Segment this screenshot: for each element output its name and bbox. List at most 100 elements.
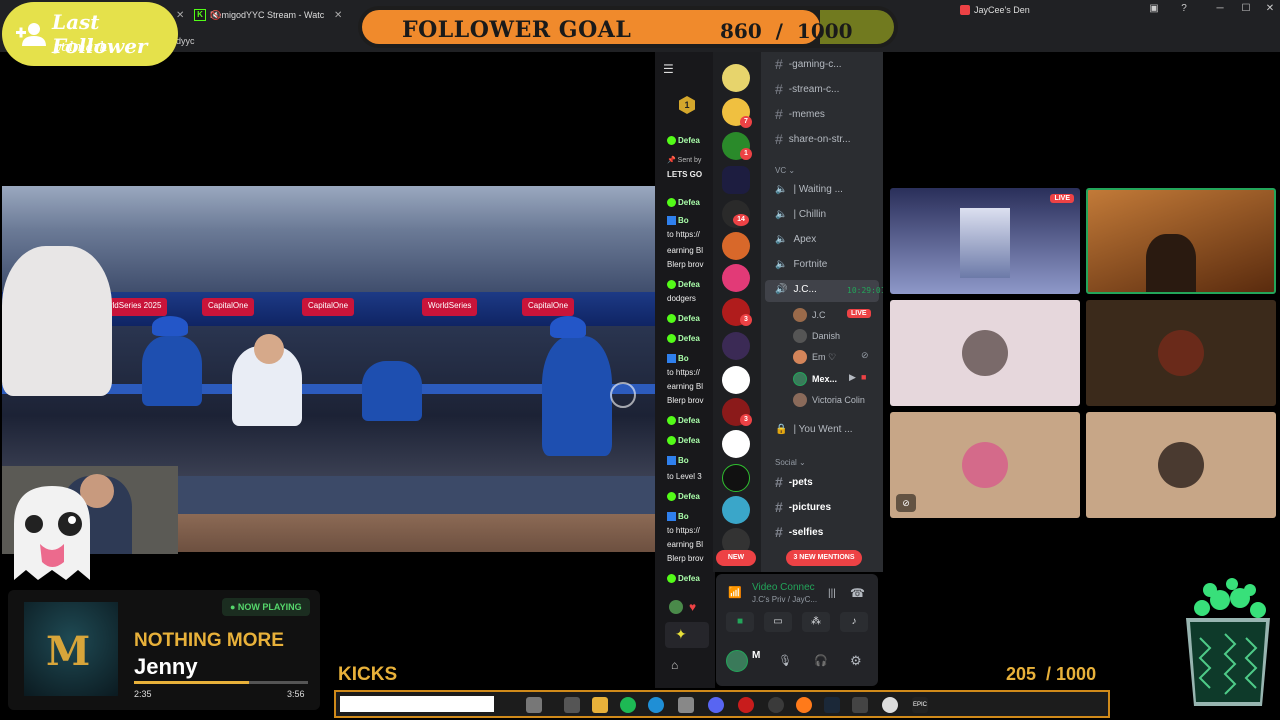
camera-button[interactable]: ■ [726, 612, 754, 632]
mute-icon[interactable]: 🔇 [210, 6, 221, 24]
address-bar-text[interactable]: dyyc [176, 36, 195, 46]
voice-channel-waiting[interactable]: 🔈 | Waiting ... [775, 184, 843, 195]
voice-user-name: Mex... [812, 374, 838, 384]
replay-icon[interactable] [610, 382, 636, 408]
chat-input[interactable]: ✦ [665, 622, 709, 648]
folder-icon[interactable] [592, 697, 608, 713]
voice-channel-locked[interactable]: 🔒 | You Went ... [775, 424, 853, 435]
gear-icon[interactable]: ⚙ [850, 653, 862, 669]
maximize-button[interactable]: ☐ [1236, 3, 1256, 17]
chat-message-text: dodgers [667, 294, 696, 303]
video-tile-avatar[interactable] [1086, 300, 1276, 406]
voice-user[interactable]: Mex... [793, 372, 837, 386]
speaker-icon: 🔊 [775, 284, 788, 295]
help-icon[interactable]: ? [1174, 3, 1194, 17]
voice-channel-chillin[interactable]: 🔈 | Chillin [775, 209, 826, 220]
disconnect-icon[interactable]: ☎ [850, 586, 865, 600]
store-icon[interactable]: ⌂ [671, 658, 678, 672]
microphone-icon[interactable]: 🎙 [778, 654, 792, 667]
channel-pictures[interactable]: # -pictures [775, 499, 831, 515]
video-tile-stream[interactable]: LIVE [890, 188, 1080, 294]
sidebar-toggle-icon[interactable]: ▣ [1144, 3, 1164, 17]
spotify-icon[interactable] [620, 697, 636, 713]
screen-share-button[interactable]: ▭ [764, 612, 792, 632]
category-vc[interactable]: VC ⌄ [775, 166, 795, 175]
channel-selfies[interactable]: # -selfies [775, 524, 823, 540]
minimize-button[interactable]: ─ [1210, 3, 1230, 17]
chat-message: Defea [667, 136, 700, 146]
video-tile-avatar[interactable]: ⊘ [890, 412, 1080, 518]
channel-stream[interactable]: # -stream-c... [775, 81, 839, 97]
avatar [793, 393, 807, 407]
new-mentions-pill[interactable]: 3 NEW MENTIONS [786, 550, 862, 566]
voice-connected-subtitle[interactable]: J.C's Priv / JayC... [752, 595, 817, 604]
channel-label: | Chillin [793, 209, 827, 220]
voice-user[interactable]: Danish [793, 329, 840, 343]
kick-chat[interactable]: ☰ 1 Defea LETS GO Defea Bo to https:// earnin… [655, 52, 715, 688]
server-icon[interactable] [722, 166, 750, 194]
app-icon[interactable] [768, 697, 784, 713]
server-ping-badge: 3 [740, 314, 752, 326]
channel-memes[interactable]: # -memes [775, 106, 825, 122]
avatar [793, 308, 807, 322]
epic-games-icon[interactable]: EPIC [912, 697, 928, 713]
video-player [142, 336, 202, 406]
new-messages-pill[interactable]: NEW [716, 550, 756, 566]
chat-message: Bo [667, 456, 689, 466]
server-icon[interactable] [722, 232, 750, 260]
hash-icon: # [775, 81, 783, 97]
video-tile-webcam[interactable] [1086, 188, 1276, 294]
category-social[interactable]: Social ⌄ [775, 458, 806, 467]
obs-icon[interactable] [882, 697, 898, 713]
soundboard-icon[interactable]: ||| [828, 588, 836, 599]
activities-button[interactable]: ⁂ [802, 612, 830, 632]
discord-icon[interactable] [708, 697, 724, 713]
voice-user[interactable]: J.C [793, 308, 826, 322]
server-icon[interactable] [722, 464, 750, 492]
server-icon[interactable] [722, 496, 750, 524]
plant-decoration [1186, 578, 1270, 706]
server-icon[interactable] [722, 332, 750, 360]
close-button[interactable]: ✕ [1260, 3, 1280, 17]
emote-icon[interactable] [669, 600, 683, 614]
server-icon[interactable] [722, 366, 750, 394]
soundboard-button[interactable]: ♪ [840, 612, 868, 632]
voice-user-name: Victoria Colin [812, 395, 865, 405]
channel-share[interactable]: # share-on-str... [775, 131, 851, 147]
discord-server-rail: 7 1 14 3 3 [713, 52, 761, 572]
album-logo: M [46, 628, 91, 675]
tab-close-icon[interactable]: ✕ [334, 6, 342, 24]
voice-user[interactable]: Em ♡ [793, 350, 836, 364]
user-avatar [1158, 330, 1204, 376]
chat-message: earning Bl [667, 382, 703, 391]
voice-channel-fortnite[interactable]: 🔈 Fortnite [775, 259, 827, 270]
channel-label: -pets [788, 476, 813, 488]
edge-icon[interactable] [648, 697, 664, 713]
heart-icon[interactable]: ♥ [689, 600, 696, 614]
speaker-icon: 🔈 [775, 184, 788, 195]
app-icon[interactable] [678, 697, 694, 713]
app-icon[interactable] [526, 697, 542, 713]
channel-gaming[interactable]: # -gaming-c... [775, 56, 842, 72]
menu-icon[interactable]: ☰ [663, 62, 674, 76]
server-icon[interactable] [722, 64, 750, 92]
sparkle-icon: ✦ [675, 626, 687, 642]
voice-channel-apex[interactable]: 🔈 Apex [775, 234, 816, 245]
user-avatar[interactable] [726, 650, 748, 672]
server-icon[interactable] [722, 430, 750, 458]
firefox-icon[interactable] [796, 697, 812, 713]
channel-label: J.C... [793, 284, 817, 295]
steam-icon[interactable] [824, 697, 840, 713]
task-view-icon[interactable] [564, 697, 580, 713]
taskbar-search[interactable] [340, 696, 494, 712]
user-avatar [1158, 442, 1204, 488]
video-tile-avatar[interactable] [890, 300, 1080, 406]
opera-icon[interactable] [738, 697, 754, 713]
voice-user[interactable]: Victoria Colin [793, 393, 865, 407]
server-icon[interactable] [722, 264, 750, 292]
app-icon[interactable] [852, 697, 868, 713]
video-tile-avatar[interactable] [1086, 412, 1276, 518]
headphones-icon[interactable]: 🎧 [814, 654, 828, 667]
taskbar: EPIC [334, 690, 1110, 718]
channel-pets[interactable]: # -pets [775, 474, 813, 490]
